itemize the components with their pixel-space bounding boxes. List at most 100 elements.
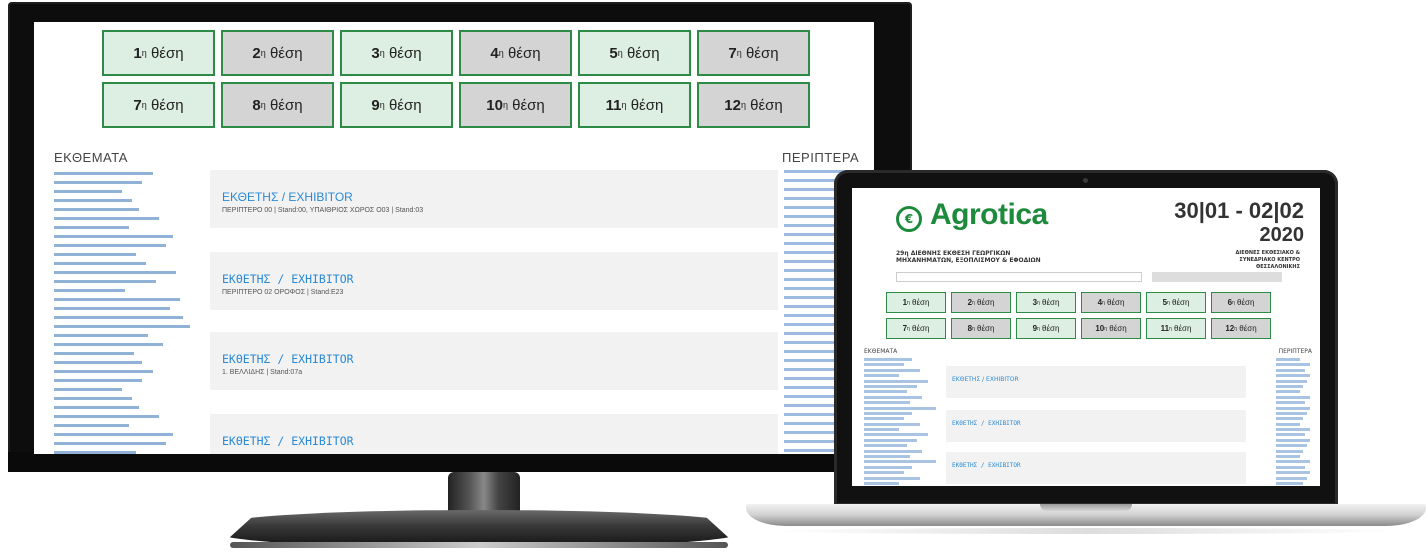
list-link[interactable] [54,352,224,359]
list-link[interactable] [54,280,224,287]
list-link[interactable] [1276,455,1300,459]
stand-button-8[interactable]: 8η θέση [221,82,334,128]
stand-button-11[interactable]: 11 η θέση [1146,318,1206,339]
list-link[interactable] [54,433,224,440]
list-link[interactable] [864,401,911,405]
list-link[interactable] [54,172,224,179]
list-link[interactable] [1276,384,1304,388]
list-link[interactable] [1276,374,1310,378]
stand-button-10[interactable]: 10 η θέση [459,82,572,128]
list-link[interactable] [864,460,936,464]
list-link[interactable] [1276,433,1306,437]
stand-button-12[interactable]: 12 η θέση [697,82,810,128]
list-link[interactable] [864,363,904,367]
laptop-exhibitor-card[interactable]: ΕΚΘΕΤΗΣ / EXHIBITOR [946,410,1246,442]
list-link[interactable] [1276,368,1306,372]
stand-button-9[interactable]: 9η θέση [340,82,453,128]
list-link[interactable] [54,244,224,251]
stand-button-2[interactable]: 2η θέση [221,30,334,76]
exhibitor-card[interactable]: ΕΚΘΕΤΗΣ / EXHIBITOR ΠΕΡΙΠΤΕΡΟ 02 ΟΡΟΦΟΣ … [210,252,778,310]
list-link[interactable] [54,370,224,377]
list-link[interactable] [864,417,904,421]
list-link[interactable] [864,465,912,469]
list-link[interactable] [1276,363,1310,367]
stand-button-11[interactable]: 11 η θέση [578,82,691,128]
list-link[interactable] [1276,395,1310,399]
list-link[interactable] [54,406,224,413]
exhibitor-title[interactable]: ΕΚΘΕΤΗΣ / EXHIBITOR [222,434,354,448]
stand-button-7[interactable]: 7η θέση [102,82,215,128]
exhibitor-title[interactable]: ΕΚΘΕΤΗΣ / EXHIBITOR [222,352,354,366]
laptop-exhibitor-card[interactable]: ΕΚΘΕΤΗΣ / EXHIBITOR [946,366,1246,398]
list-link[interactable] [54,235,224,242]
list-link[interactable] [54,361,224,368]
list-link[interactable] [864,411,912,415]
list-link[interactable] [54,190,224,197]
list-link[interactable] [54,451,224,454]
stand-button-2[interactable]: 2η θέση [951,292,1011,313]
list-link[interactable] [864,395,922,399]
laptop-exhibitor-title[interactable]: ΕΚΘΕΤΗΣ / EXHIBITOR [952,376,1019,383]
exhibitor-title[interactable]: ΕΚΘΕΤΗΣ / EXHIBITOR [222,190,353,204]
list-link[interactable] [54,325,224,332]
list-link[interactable] [864,428,900,432]
exhibitor-card[interactable]: ΕΚΘΕΤΗΣ / EXHIBITOR 1. ΒΕΛΛΙΔΗΣ | Stand:… [210,332,778,390]
list-link[interactable] [54,226,224,233]
stand-button-3[interactable]: 3η θέση [1016,292,1076,313]
stand-button-6[interactable]: 6η θέση [1211,292,1271,313]
stand-button-1[interactable]: 1η θέση [886,292,946,313]
list-link[interactable] [864,455,911,459]
list-link[interactable] [54,388,224,395]
list-link[interactable] [864,390,908,394]
list-link[interactable] [1276,460,1310,464]
list-link[interactable] [1276,471,1310,475]
list-link[interactable] [1276,444,1308,448]
stand-button-4[interactable]: 4η θέση [1081,292,1141,313]
list-link[interactable] [864,476,920,480]
list-link[interactable] [54,208,224,215]
laptop-exhibitor-title[interactable]: ΕΚΘΕΤΗΣ / EXHIBITOR [952,462,1021,469]
list-link[interactable] [1276,438,1310,442]
exhibitor-card[interactable]: ΕΚΘΕΤΗΣ / EXHIBITOR ΠΕΡΙΠΤΕΡΟ 00 | Stand… [210,170,778,228]
stand-button-5[interactable]: 5η θέση [578,30,691,76]
list-link[interactable] [864,368,920,372]
list-link[interactable] [864,384,917,388]
list-link[interactable] [54,397,224,404]
list-link[interactable] [54,424,224,431]
stand-button-1[interactable]: 1η θέση [102,30,215,76]
search-button[interactable] [1152,272,1282,282]
list-link[interactable] [1276,401,1306,405]
list-link[interactable] [1276,406,1310,410]
exhibitor-card[interactable]: ΕΚΘΕΤΗΣ / EXHIBITOR [210,414,778,454]
list-link[interactable] [54,217,224,224]
search-input[interactable] [896,272,1142,282]
list-link[interactable] [1276,411,1308,415]
stand-button-7[interactable]: 7η θέση [886,318,946,339]
stand-button-3[interactable]: 3η θέση [340,30,453,76]
list-link[interactable] [864,444,908,448]
list-link[interactable] [864,433,928,437]
stand-button-6[interactable]: 7η θέση [697,30,810,76]
list-link[interactable] [54,442,224,449]
list-link[interactable] [54,271,224,278]
list-link[interactable] [54,289,224,296]
exhibitor-title[interactable]: ΕΚΘΕΤΗΣ / EXHIBITOR [222,272,354,286]
list-link[interactable] [864,374,900,378]
stand-button-4[interactable]: 4η θέση [459,30,572,76]
list-link[interactable] [1276,465,1306,469]
stand-button-9[interactable]: 9η θέση [1016,318,1076,339]
stand-button-5[interactable]: 5η θέση [1146,292,1206,313]
stand-button-10[interactable]: 10 η θέση [1081,318,1141,339]
list-link[interactable] [1276,390,1300,394]
list-link[interactable] [54,316,224,323]
list-link[interactable] [54,415,224,422]
list-link[interactable] [864,481,900,485]
list-link[interactable] [864,449,922,453]
list-link[interactable] [54,199,224,206]
list-link[interactable] [864,406,936,410]
list-link[interactable] [1276,481,1304,485]
list-link[interactable] [54,334,224,341]
list-link[interactable] [1276,358,1300,361]
list-link[interactable] [54,307,224,314]
stand-button-12[interactable]: 12 η θέση [1211,318,1271,339]
